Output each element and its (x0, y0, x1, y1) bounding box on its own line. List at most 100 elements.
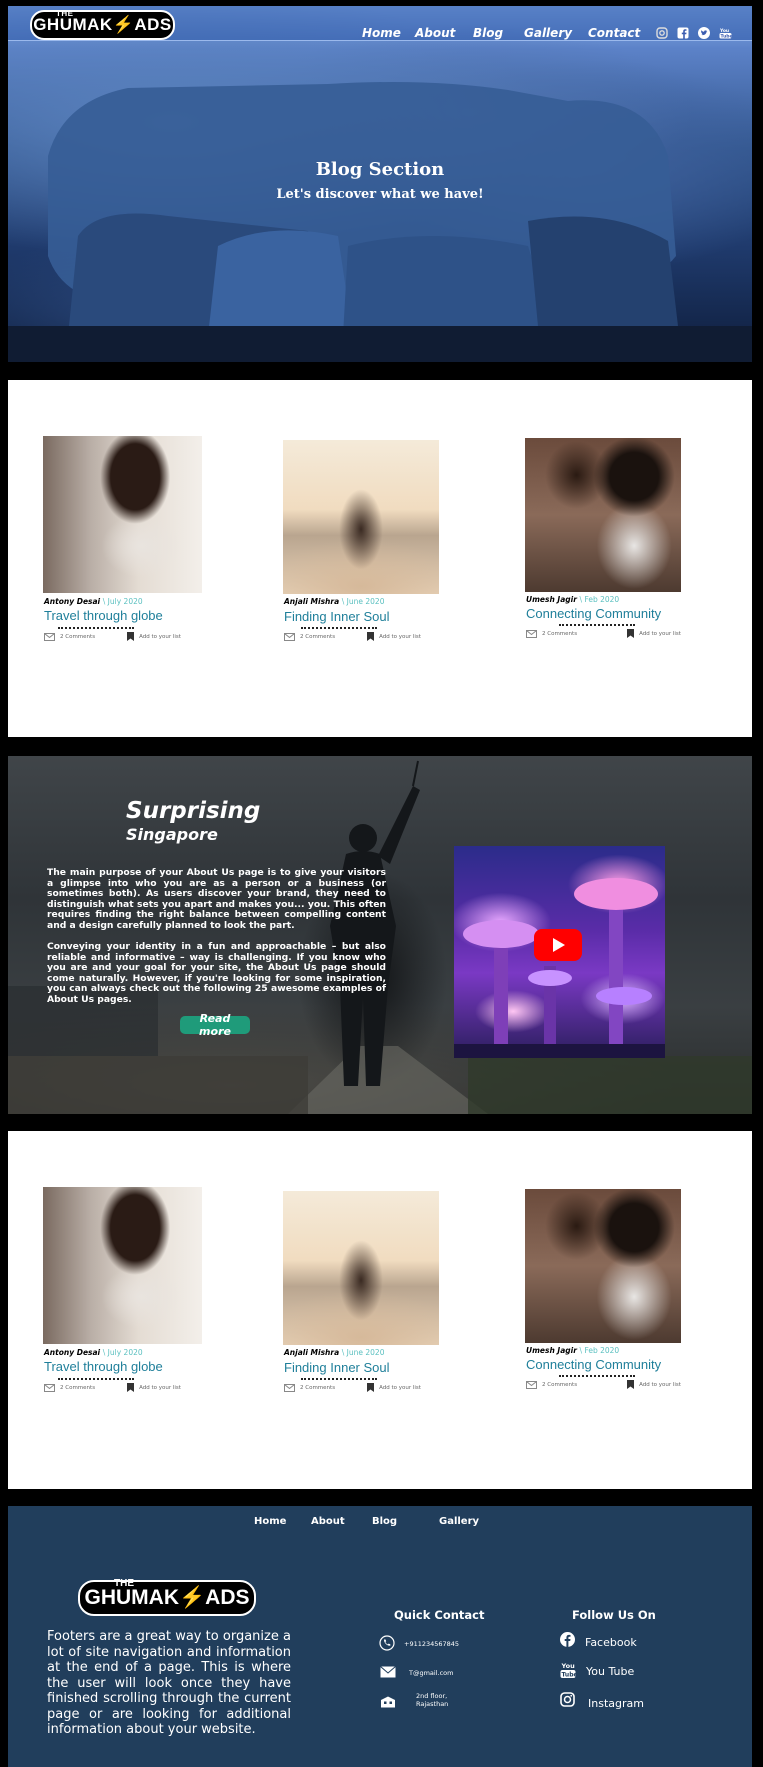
card-title[interactable]: Finding Inner Soul (284, 1360, 390, 1375)
lightning-bolt-icon: ⚡ (179, 1586, 206, 1609)
svg-text:Tube: Tube (562, 1672, 577, 1679)
card-title[interactable]: Travel through globe (44, 1359, 163, 1374)
facebook-icon[interactable] (676, 26, 689, 39)
dotted-divider (58, 1378, 134, 1380)
nav-link-contact[interactable]: Contact (588, 26, 640, 40)
envelope-icon[interactable] (44, 632, 55, 641)
youtube-play-button[interactable] (534, 929, 582, 961)
feature-paragraph: Conveying your identity in a fun and app… (47, 941, 386, 1005)
bookmark-icon[interactable] (127, 1383, 135, 1392)
hero-background-image (8, 82, 752, 362)
twitter-icon[interactable] (697, 26, 710, 39)
contact-address-line-1: 2nd floor, (416, 1692, 448, 1700)
phone-icon (379, 1635, 395, 1651)
dotted-divider (301, 1378, 377, 1380)
card-author: Antony Desai \ July 2020 (44, 1348, 143, 1357)
card-author: Antony Desai \ July 2020 (44, 597, 143, 606)
footer-logo[interactable]: THE GHUMAK ⚡ ADS (78, 1578, 256, 1616)
dotted-divider (301, 627, 377, 629)
card-photo[interactable] (525, 1189, 681, 1343)
envelope-icon[interactable] (44, 1383, 55, 1392)
building-icon (380, 1696, 396, 1708)
card-add-to-list[interactable]: Add to your list (379, 1385, 421, 1391)
card-photo[interactable] (283, 440, 439, 594)
card-title[interactable]: Connecting Community (526, 606, 661, 621)
card-photo[interactable] (283, 1191, 439, 1345)
footer-nav-about[interactable]: About (311, 1516, 345, 1527)
facebook-icon[interactable] (560, 1632, 575, 1647)
contact-phone[interactable]: +911234567845 (404, 1640, 459, 1648)
card-title[interactable]: Connecting Community (526, 1357, 661, 1372)
dotted-divider (559, 624, 635, 626)
card-photo[interactable] (43, 1187, 202, 1344)
bookmark-icon[interactable] (627, 1380, 635, 1389)
bookmark-icon[interactable] (627, 629, 635, 638)
card-add-to-list[interactable]: Add to your list (639, 631, 681, 637)
card-photo[interactable] (43, 436, 202, 593)
envelope-icon[interactable] (526, 629, 537, 638)
play-icon (553, 938, 565, 952)
card-author: Umesh Jagir \ Feb 2020 (526, 595, 620, 604)
feature-paragraph: The main purpose of your About Us page i… (47, 867, 386, 931)
card-comments[interactable]: 2 Comments (60, 634, 95, 640)
card-comments[interactable]: 2 Comments (60, 1385, 95, 1391)
card-author: Anjali Mishra \ June 2020 (284, 1348, 385, 1357)
youtube-icon[interactable]: You Tube (719, 26, 732, 39)
mail-icon (380, 1666, 396, 1678)
site-logo[interactable]: THE GHUMAK ⚡ ADS (30, 9, 175, 40)
contact-email[interactable]: T@gmail.com (409, 1669, 453, 1677)
footer-nav-home[interactable]: Home (254, 1516, 286, 1527)
bookmark-icon[interactable] (127, 632, 135, 641)
dotted-divider (559, 1375, 635, 1377)
card-add-to-list[interactable]: Add to your list (139, 634, 181, 640)
bookmark-icon[interactable] (367, 632, 375, 641)
card-author: Anjali Mishra \ June 2020 (284, 597, 385, 606)
lightning-bolt-icon: ⚡ (112, 15, 135, 34)
feature-subtitle: Singapore (126, 825, 218, 844)
blog-cards-section-top: Antony Desai \ July 2020 Travel through … (8, 380, 752, 737)
blog-cards-section-bottom: Antony Desai \ July 2020 Travel through … (8, 1131, 752, 1489)
nav-link-gallery[interactable]: Gallery (524, 26, 572, 40)
envelope-icon[interactable] (526, 1380, 537, 1389)
hero-section: THE GHUMAK ⚡ ADS Home About Blog Gallery C… (8, 6, 752, 362)
card-meta: 2 Comments Add to your list (44, 1383, 181, 1392)
nav-link-blog[interactable]: Blog (473, 26, 503, 40)
footer-description: Footers are a great way to organize a lo… (47, 1629, 291, 1737)
hero-title: Blog Section (315, 159, 445, 180)
quick-contact-heading: Quick Contact (394, 1608, 485, 1622)
card-meta: 2 Comments Add to your list (526, 629, 681, 638)
instagram-icon[interactable] (560, 1692, 575, 1707)
footer-facebook-link[interactable]: Facebook (585, 1636, 637, 1649)
card-title[interactable]: Travel through globe (44, 608, 163, 623)
card-add-to-list[interactable]: Add to your list (639, 1382, 681, 1388)
card-comments[interactable]: 2 Comments (542, 631, 577, 637)
site-footer: Home About Blog Gallery THE GHUMAK ⚡ ADS F… (8, 1506, 752, 1767)
footer-nav-gallery[interactable]: Gallery (439, 1516, 479, 1527)
nav-link-home[interactable]: Home (362, 26, 401, 40)
card-add-to-list[interactable]: Add to your list (139, 1385, 181, 1391)
footer-youtube-link[interactable]: You Tube (586, 1665, 634, 1678)
card-photo[interactable] (525, 438, 681, 592)
envelope-icon[interactable] (284, 632, 295, 641)
footer-nav-blog[interactable]: Blog (372, 1516, 397, 1527)
card-meta: 2 Comments Add to your list (284, 632, 421, 641)
card-title[interactable]: Finding Inner Soul (284, 609, 390, 624)
card-comments[interactable]: 2 Comments (300, 1385, 335, 1391)
bookmark-icon[interactable] (367, 1383, 375, 1392)
follow-us-heading: Follow Us On (572, 1608, 656, 1622)
card-meta: 2 Comments Add to your list (526, 1380, 681, 1389)
card-meta: 2 Comments Add to your list (284, 1383, 421, 1392)
envelope-icon[interactable] (284, 1383, 295, 1392)
video-thumbnail[interactable] (454, 846, 665, 1058)
nav-link-about[interactable]: About (415, 26, 455, 40)
card-comments[interactable]: 2 Comments (542, 1382, 577, 1388)
youtube-icon[interactable]: You Tube (560, 1661, 576, 1679)
svg-text:You: You (561, 1662, 576, 1670)
instagram-icon[interactable] (655, 26, 668, 39)
read-more-button[interactable]: Read more (180, 1012, 250, 1038)
card-add-to-list[interactable]: Add to your list (379, 634, 421, 640)
footer-instagram-link[interactable]: Instagram (588, 1697, 644, 1710)
hero-subtitle: Let's discover what we have! (276, 187, 484, 202)
card-comments[interactable]: 2 Comments (300, 634, 335, 640)
dotted-divider (58, 627, 134, 629)
